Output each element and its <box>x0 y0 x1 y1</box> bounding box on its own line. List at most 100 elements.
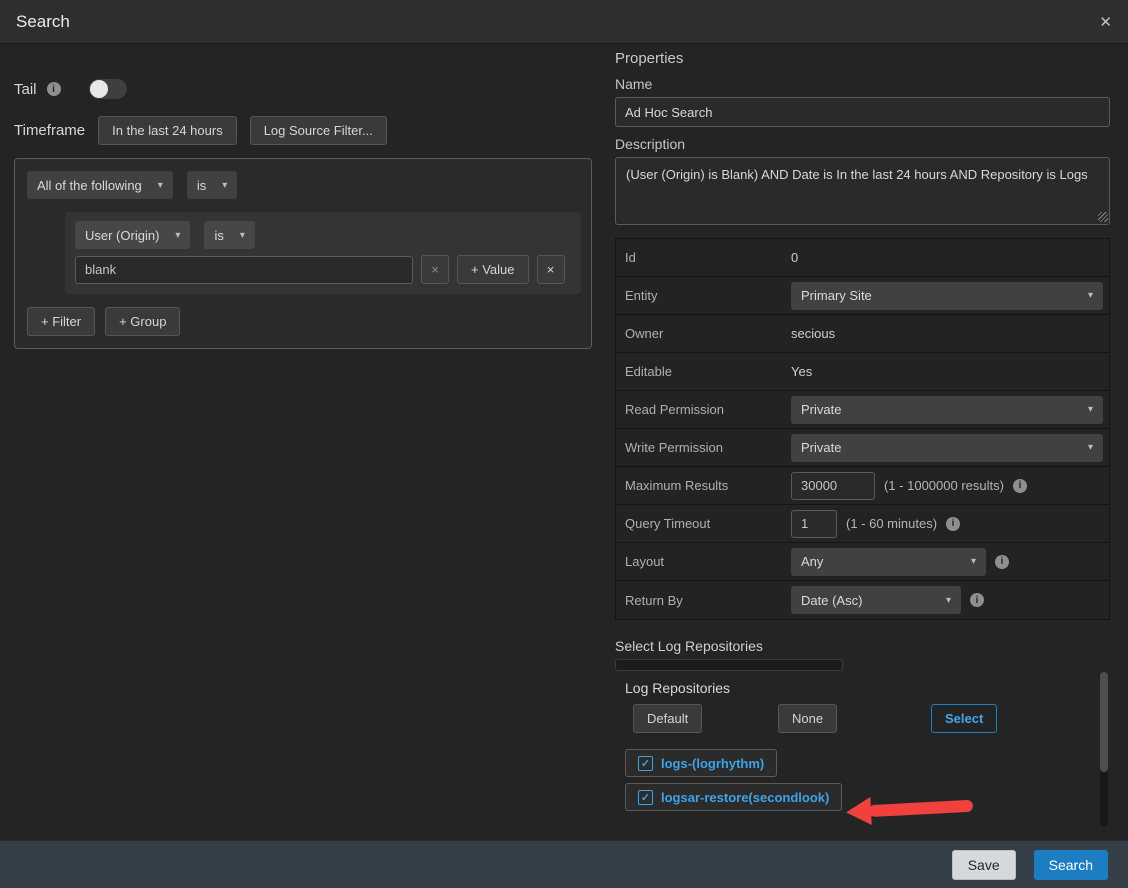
scrollbar-thumb[interactable] <box>1100 672 1108 772</box>
log-source-filter-button[interactable]: Log Source Filter... <box>250 116 387 145</box>
group-condition-select[interactable]: is ▾ <box>187 171 237 199</box>
maximum-results-hint: (1 - 1000000 results) <box>884 478 1004 493</box>
info-icon[interactable]: i <box>995 555 1009 569</box>
filter-actions-row: + Filter + Group <box>27 307 579 336</box>
prop-label: Query Timeout <box>616 516 791 531</box>
default-button[interactable]: Default <box>633 704 702 733</box>
description-textarea[interactable]: (User (Origin) is Blank) AND Date is In … <box>615 157 1110 225</box>
add-filter-button[interactable]: + Filter <box>27 307 95 336</box>
resize-grip-icon[interactable] <box>1098 212 1108 222</box>
prop-label: Layout <box>616 554 791 569</box>
timeframe-label: Timeframe <box>14 122 85 139</box>
timeframe-range-button[interactable]: In the last 24 hours <box>98 116 237 145</box>
tail-toggle[interactable] <box>89 79 127 99</box>
dialog-footer: Save Search <box>0 840 1128 888</box>
editable-value: Yes <box>791 364 812 379</box>
log-repositories-heading: Log Repositories <box>625 680 730 696</box>
maximum-results-input[interactable] <box>791 472 875 500</box>
field-select[interactable]: User (Origin) ▾ <box>75 221 190 249</box>
properties-panel: Properties Name Description (User (Origi… <box>615 44 1110 827</box>
timeframe-row: Timeframe In the last 24 hours Log Sourc… <box>14 116 592 145</box>
none-button[interactable]: None <box>778 704 837 733</box>
description-label: Description <box>615 136 1110 152</box>
search-button[interactable]: Search <box>1034 850 1108 880</box>
filter-field-row: User (Origin) ▾ is ▾ <box>75 221 571 249</box>
read-permission-select[interactable]: Private ▾ <box>791 396 1103 424</box>
prop-label: Read Permission <box>616 402 791 417</box>
prop-row-query-timeout: Query Timeout (1 - 60 minutes) i <box>616 505 1109 543</box>
layout-select[interactable]: Any ▾ <box>791 548 986 576</box>
entity-select[interactable]: Primary Site ▾ <box>791 282 1103 310</box>
write-permission-value: Private <box>801 440 841 455</box>
field-condition-select[interactable]: is ▾ <box>204 221 254 249</box>
group-operator-select[interactable]: All of the following ▾ <box>27 171 173 199</box>
prop-row-owner: Owner secious <box>616 315 1109 353</box>
chevron-down-icon: ▾ <box>1088 442 1093 453</box>
toggle-knob <box>90 80 108 98</box>
tail-label: Tail <box>14 81 37 98</box>
query-timeout-input[interactable] <box>791 510 837 538</box>
info-icon[interactable]: i <box>970 593 984 607</box>
id-value: 0 <box>791 250 798 265</box>
return-by-value: Date (Asc) <box>801 593 862 608</box>
info-icon[interactable]: i <box>47 82 61 96</box>
repo-item-label: logs-(logrhythm) <box>661 756 764 771</box>
remove-filter-button[interactable]: × <box>537 255 565 284</box>
name-input[interactable] <box>615 97 1110 127</box>
filter-value-row: × + Value × <box>75 255 571 284</box>
prop-label: Maximum Results <box>616 478 791 493</box>
search-dialog: Search ✕ Tail i Timeframe In the last 24… <box>0 0 1128 888</box>
prop-label: Owner <box>616 326 791 341</box>
save-button[interactable]: Save <box>952 850 1016 880</box>
clipped-control[interactable] <box>615 659 843 671</box>
select-button[interactable]: Select <box>931 704 997 733</box>
add-group-button[interactable]: + Group <box>105 307 180 336</box>
repo-item-logs-logrhythm[interactable]: ✓ logs-(logrhythm) <box>625 749 777 777</box>
dialog-titlebar: Search ✕ <box>0 0 1128 44</box>
prop-row-write-permission: Write Permission Private ▾ <box>616 429 1109 467</box>
entity-value: Primary Site <box>801 288 872 303</box>
chevron-down-icon: ▾ <box>240 230 245 241</box>
properties-heading: Properties <box>615 50 1110 67</box>
owner-value: secious <box>791 326 835 341</box>
properties-grid: Id 0 Entity Primary Site ▾ Owner secious… <box>615 238 1110 620</box>
write-permission-select[interactable]: Private ▾ <box>791 434 1103 462</box>
checkbox-checked-icon[interactable]: ✓ <box>638 790 653 805</box>
add-value-button[interactable]: + Value <box>457 255 529 284</box>
dialog-title: Search <box>16 12 70 32</box>
tail-row: Tail i <box>14 78 592 100</box>
prop-row-layout: Layout Any ▾ i <box>616 543 1109 581</box>
prop-row-editable: Editable Yes <box>616 353 1109 391</box>
name-label: Name <box>615 76 1110 92</box>
return-by-select[interactable]: Date (Asc) ▾ <box>791 586 961 614</box>
prop-row-return-by: Return By Date (Asc) ▾ i <box>616 581 1109 619</box>
description-wrap: (User (Origin) is Blank) AND Date is In … <box>615 157 1110 225</box>
prop-label: Id <box>616 250 791 265</box>
filter-value-input[interactable] <box>75 256 413 284</box>
prop-row-maximum-results: Maximum Results (1 - 1000000 results) i <box>616 467 1109 505</box>
arrow-shaft <box>869 800 973 817</box>
read-permission-value: Private <box>801 402 841 417</box>
query-timeout-hint: (1 - 60 minutes) <box>846 516 937 531</box>
remove-value-button[interactable]: × <box>421 255 449 284</box>
chevron-down-icon: ▾ <box>971 556 976 567</box>
prop-label: Editable <box>616 364 791 379</box>
info-icon[interactable]: i <box>946 517 960 531</box>
prop-label: Entity <box>616 288 791 303</box>
chevron-down-icon: ▾ <box>1088 290 1093 301</box>
prop-row-read-permission: Read Permission Private ▾ <box>616 391 1109 429</box>
checkbox-checked-icon[interactable]: ✓ <box>638 756 653 771</box>
repo-item-label: logsar-restore(secondlook) <box>661 790 829 805</box>
group-condition-value: is <box>197 178 206 193</box>
repositories-scrollbar[interactable] <box>1100 672 1108 827</box>
repo-item-logsar-restore-secondlook[interactable]: ✓ logsar-restore(secondlook) <box>625 783 842 811</box>
chevron-down-icon: ▾ <box>1088 404 1093 415</box>
filter-condition-group: User (Origin) ▾ is ▾ × + Value × <box>65 212 581 294</box>
group-operator-value: All of the following <box>37 178 142 193</box>
chevron-down-icon: ▾ <box>946 595 951 606</box>
close-icon[interactable]: ✕ <box>1099 13 1112 31</box>
filter-group-row: All of the following ▾ is ▾ <box>27 171 579 199</box>
search-criteria-panel: Tail i Timeframe In the last 24 hours Lo… <box>14 44 592 349</box>
prop-row-entity: Entity Primary Site ▾ <box>616 277 1109 315</box>
info-icon[interactable]: i <box>1013 479 1027 493</box>
